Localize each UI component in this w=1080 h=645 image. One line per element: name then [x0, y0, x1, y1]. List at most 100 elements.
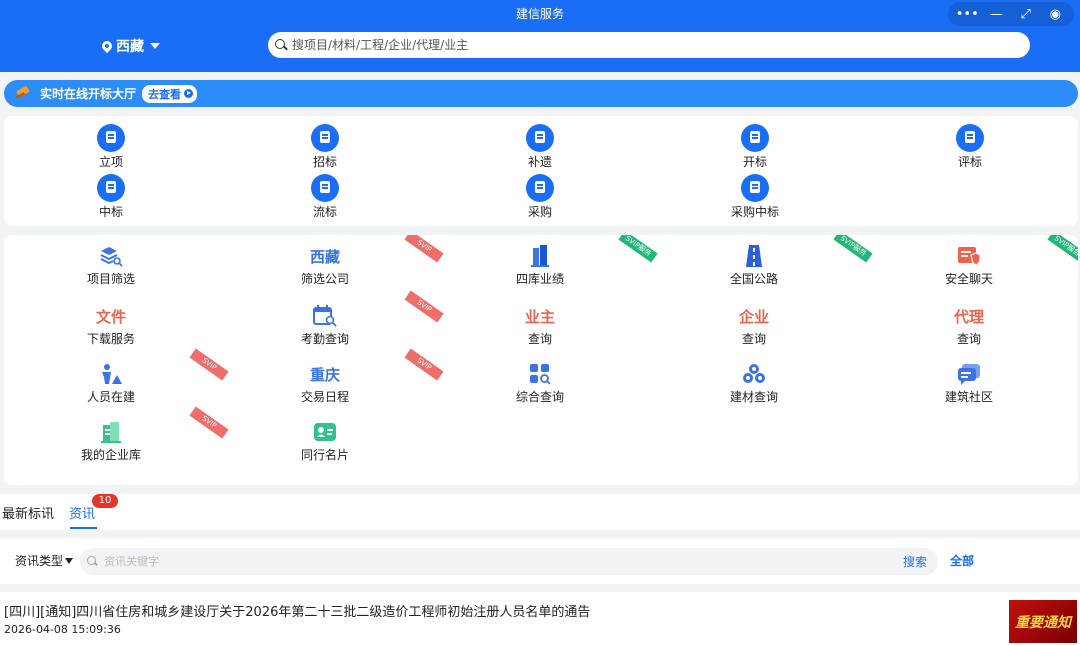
service-label: 我的企业库: [80, 448, 141, 462]
close-icon[interactable]: ◉: [1044, 7, 1066, 22]
news-filter-bar: 资讯类型 搜索 全部: [0, 538, 1080, 584]
svip-ribbon: SVIP: [404, 290, 444, 323]
building-icon: [480, 245, 600, 267]
service-label: 下载服务: [86, 332, 135, 346]
grid1-item-liubiao[interactable]: 流标: [275, 174, 375, 220]
grid1-item-label: 中标: [98, 205, 123, 219]
service-label: 交易日程: [300, 390, 349, 404]
news-type-dropdown[interactable]: 资讯类型: [15, 552, 74, 569]
keyword-input[interactable]: [104, 555, 904, 568]
notice-icon: [526, 124, 554, 152]
svip-service-ribbon: SVIP服务: [833, 235, 873, 263]
svip-ribbon: SVIP: [189, 406, 229, 439]
service-my-company-library[interactable]: 我的企业库: [51, 421, 171, 463]
service-comprehensive-query[interactable]: 综合查询: [480, 363, 600, 405]
service-materials-query[interactable]: 建材查询: [694, 363, 814, 405]
grid1-item-label: 流标: [312, 205, 337, 219]
grid1-item-caigou[interactable]: 采购: [490, 174, 590, 220]
service-company-filter[interactable]: 西藏 筛选公司: [265, 245, 385, 287]
service-label: 人员在建: [86, 390, 135, 404]
service-four-library[interactable]: 四库业绩: [480, 245, 600, 287]
news-timestamp: 2026-04-08 15:09:36: [4, 623, 121, 636]
service-secure-chat[interactable]: 安全聊天: [909, 245, 1029, 287]
service-peer-card[interactable]: 同行名片: [265, 421, 385, 463]
keyword-search[interactable]: [80, 548, 938, 575]
news-tabs: 最新标讯 资讯 10: [0, 494, 1080, 530]
service-label: 查询: [956, 332, 981, 346]
layers-search-icon: [51, 245, 171, 267]
materials-icon: [694, 363, 814, 385]
chevron-down-icon: [150, 43, 160, 49]
service-download[interactable]: 文件 下载服务: [51, 305, 171, 347]
play-icon: [184, 89, 194, 98]
minimize-icon[interactable]: —: [985, 7, 1007, 22]
service-project-filter[interactable]: 项目筛选: [51, 245, 171, 287]
document-plus-icon: [97, 124, 125, 152]
service-community[interactable]: 建筑社区: [909, 363, 1029, 405]
news-count-badge: 10: [92, 494, 118, 508]
location-selector[interactable]: 西藏: [99, 36, 160, 56]
service-enterprise-query[interactable]: 企业 查询: [694, 305, 814, 347]
calendar-search-icon: [265, 305, 385, 327]
service-label: 查询: [527, 332, 552, 346]
agent-text-icon: 代理: [953, 307, 984, 326]
grid1-item-label: 立项: [98, 155, 123, 169]
grid1-item-label: 采购中标: [730, 205, 779, 219]
more-icon[interactable]: •••: [956, 7, 979, 22]
shield-chat-icon: [909, 245, 1029, 267]
service-trading-schedule[interactable]: 重庆 交易日程: [265, 363, 385, 405]
grid1-item-pingbiao[interactable]: 评标: [920, 124, 1020, 170]
thumbnail-text: 重要通知: [1015, 614, 1071, 631]
service-attendance[interactable]: 考勤查询: [265, 305, 385, 347]
search-icon: [86, 555, 100, 569]
search-icon: [274, 38, 288, 52]
xizang-text-icon: 西藏: [309, 247, 340, 266]
purchase-icon: [526, 174, 554, 202]
banner-text: 实时在线开标大厅: [40, 87, 137, 101]
grid-search-icon: [480, 363, 600, 385]
grid1-item-caigou-zhongbiao[interactable]: 采购中标: [705, 174, 805, 220]
location-pin-icon: [99, 38, 115, 54]
grid1-item-kaibiao[interactable]: 开标: [705, 124, 805, 170]
grid1-item-zhongbiao[interactable]: 中标: [61, 174, 161, 220]
tab-latest-bids[interactable]: 最新标讯: [2, 503, 54, 522]
service-national-road[interactable]: 全国公路: [694, 245, 814, 287]
tab-news[interactable]: 资讯: [69, 503, 95, 522]
window-controls: ••• — ⤢ ◉: [948, 2, 1074, 26]
caret-down-icon: [65, 557, 74, 564]
service-label: 全国公路: [729, 272, 778, 286]
service-label: 同行名片: [300, 448, 349, 462]
service-agent-query[interactable]: 代理 查询: [909, 305, 1029, 347]
grid1-item-buyi[interactable]: 补遗: [490, 124, 590, 170]
window-title: 建信服务: [515, 7, 564, 21]
service-label: 项目筛选: [86, 272, 135, 286]
enterprise-text-icon: 企业: [738, 307, 769, 326]
active-tab-indicator: [70, 527, 97, 529]
location-label: 西藏: [116, 39, 144, 55]
search-button[interactable]: 搜索: [903, 553, 927, 570]
company-library-icon: [51, 421, 171, 443]
gavel-icon: [14, 86, 32, 102]
grid1-item-lixiang[interactable]: 立项: [61, 124, 161, 170]
svip-service-ribbon: SVIP服务: [618, 235, 658, 263]
grid1-item-label: 补遗: [527, 155, 552, 169]
global-search[interactable]: [268, 32, 1030, 58]
grid1-item-label: 开标: [742, 155, 767, 169]
search-input[interactable]: [292, 38, 992, 52]
service-label: 安全聊天: [944, 272, 993, 286]
svip-ribbon: SVIP: [189, 348, 229, 381]
file-text-icon: 文件: [95, 307, 126, 326]
maximize-icon[interactable]: ⤢: [1015, 7, 1037, 22]
news-type-label: 资讯类型: [15, 554, 64, 568]
news-list-item[interactable]: [四川][通知]四川省住房和城乡建设厅关于2026年第二十三批二级造价工程师初始…: [0, 592, 1080, 645]
service-staff-projects[interactable]: 人员在建: [51, 363, 171, 405]
live-bidding-banner[interactable]: 实时在线开标大厅 去查看: [4, 80, 1078, 107]
worker-icon: [51, 363, 171, 385]
service-owner-query[interactable]: 业主 查询: [480, 305, 600, 347]
go-view-button[interactable]: 去查看: [142, 84, 198, 103]
all-button[interactable]: 全部: [950, 552, 974, 569]
grid1-item-zhaobiao[interactable]: 招标: [275, 124, 375, 170]
cancel-document-icon: [311, 174, 339, 202]
svip-service-ribbon: SVIP服务: [1047, 235, 1078, 263]
svip-ribbon: SVIP: [404, 348, 444, 381]
